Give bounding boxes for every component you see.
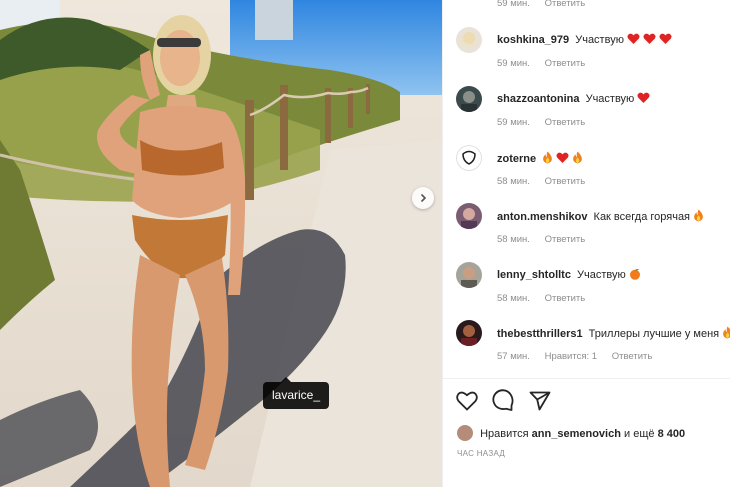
comment-text: shazzoantonina Участвую bbox=[497, 92, 650, 107]
comment-meta: 58 мин. Ответить bbox=[497, 234, 597, 245]
comment-username[interactable]: koshkina_979 bbox=[497, 34, 569, 46]
tangerine-emoji-icon bbox=[629, 268, 641, 283]
comment-username[interactable]: lenny_shtolltc bbox=[497, 269, 571, 281]
avatar[interactable] bbox=[456, 262, 482, 288]
comment-body: Триллеры лучшие у меня bbox=[588, 328, 720, 340]
comment-item: lenny_shtolltc Участвую 58 мин. Ответить bbox=[443, 262, 730, 320]
comment-item: zoterne 58 мин. Ответить bbox=[443, 145, 730, 203]
comment-time: 59 мин. bbox=[497, 0, 530, 9]
comment-item: thebestthrillers1 Триллеры лучшие у меня… bbox=[443, 320, 730, 378]
post-side-panel: 59 мин. Ответить koshkina_979 Участвую 5… bbox=[442, 0, 730, 487]
reply-button[interactable]: Ответить bbox=[545, 234, 586, 245]
comment-time: 58 мин. bbox=[497, 234, 530, 245]
likes-prefix: Нравится bbox=[480, 428, 529, 440]
comment-likes[interactable]: Нравится: 1 bbox=[545, 351, 597, 362]
fire-emoji-icon bbox=[542, 151, 553, 167]
comment-item: anton.menshikov Как всегда горячая 58 ми… bbox=[443, 203, 730, 261]
avatar bbox=[457, 425, 473, 441]
comment-time: 59 мин. bbox=[497, 117, 530, 128]
comment-username[interactable]: zoterne bbox=[497, 153, 536, 165]
avatar[interactable] bbox=[456, 203, 482, 229]
fire-emoji-icon bbox=[572, 151, 583, 167]
post-actions: Нравится ann_semenovich и ещё 8 400 ЧАС … bbox=[443, 378, 730, 488]
chevron-right-icon bbox=[420, 193, 427, 203]
likes-user[interactable]: ann_semenovich bbox=[532, 428, 621, 440]
comment-username[interactable]: shazzoantonina bbox=[497, 93, 580, 105]
reply-button[interactable]: Ответить bbox=[612, 351, 653, 362]
next-photo-button[interactable] bbox=[412, 187, 434, 209]
heart-outline-icon[interactable] bbox=[456, 391, 478, 416]
comment-item: koshkina_979 Участвую 59 мин. Ответить bbox=[443, 27, 730, 85]
reply-button[interactable]: Ответить bbox=[545, 0, 586, 9]
beach-photo bbox=[0, 0, 442, 487]
comment-meta: 58 мин. Ответить bbox=[497, 176, 597, 187]
comment-username[interactable]: anton.menshikov bbox=[497, 211, 587, 223]
likes-middle: и ещё bbox=[624, 428, 655, 440]
avatar[interactable] bbox=[456, 320, 482, 346]
comment-body: Как всегда горячая bbox=[593, 211, 691, 223]
comment-meta: 58 мин. Ответить bbox=[497, 293, 597, 304]
reply-button[interactable]: Ответить bbox=[545, 293, 586, 304]
heart-emoji-icon bbox=[659, 33, 672, 48]
post-time: ЧАС НАЗАД bbox=[457, 449, 506, 458]
comment-body: Участвую bbox=[577, 269, 626, 281]
comment-text: lenny_shtolltc Участвую bbox=[497, 268, 641, 283]
comment-text: thebestthrillers1 Триллеры лучшие у меня bbox=[497, 326, 730, 342]
post-photo[interactable]: lavarice_ bbox=[0, 0, 442, 487]
user-tag[interactable]: lavarice_ bbox=[263, 377, 330, 409]
comment-meta: 59 мин. Ответить bbox=[497, 58, 597, 69]
comment-text: koshkina_979 Участвую bbox=[497, 33, 672, 48]
heart-emoji-icon bbox=[627, 33, 640, 48]
heart-emoji-icon bbox=[637, 92, 650, 107]
comment-meta: 59 мин. Ответить bbox=[497, 117, 597, 128]
likes-summary[interactable]: Нравится ann_semenovich и ещё 8 400 bbox=[457, 425, 685, 441]
prev-comment-meta: 59 мин. Ответить bbox=[497, 0, 597, 9]
comment-time: 58 мин. bbox=[497, 176, 530, 187]
comment-body: Участвую bbox=[575, 34, 624, 46]
action-icons bbox=[456, 389, 561, 416]
comment-username[interactable]: thebestthrillers1 bbox=[497, 328, 583, 340]
comment-time: 58 мин. bbox=[497, 293, 530, 304]
reply-button[interactable]: Ответить bbox=[545, 117, 586, 128]
comment-meta: 57 мин. Нравится: 1 Ответить bbox=[497, 351, 664, 362]
comment-item: shazzoantonina Участвую 59 мин. Ответить bbox=[443, 86, 730, 144]
avatar[interactable] bbox=[456, 27, 482, 53]
heart-emoji-icon bbox=[556, 152, 569, 167]
comment-icon[interactable] bbox=[492, 389, 514, 416]
heart-emoji-icon bbox=[643, 33, 656, 48]
share-icon[interactable] bbox=[529, 391, 551, 416]
reply-button[interactable]: Ответить bbox=[545, 58, 586, 69]
comment-text: zoterne bbox=[497, 151, 583, 167]
fire-emoji-icon bbox=[722, 326, 730, 342]
comments-list[interactable]: 59 мин. Ответить koshkina_979 Участвую 5… bbox=[443, 0, 730, 378]
comment-body: Участвую bbox=[585, 93, 635, 105]
avatar[interactable] bbox=[456, 145, 482, 171]
likes-count[interactable]: 8 400 bbox=[658, 428, 686, 440]
comment-time: 57 мин. bbox=[497, 351, 530, 362]
comment-time: 59 мин. bbox=[497, 58, 530, 69]
reply-button[interactable]: Ответить bbox=[545, 176, 586, 187]
avatar[interactable] bbox=[456, 86, 482, 112]
comment-text: anton.menshikov Как всегда горячая bbox=[497, 209, 704, 225]
fire-emoji-icon bbox=[693, 209, 704, 225]
